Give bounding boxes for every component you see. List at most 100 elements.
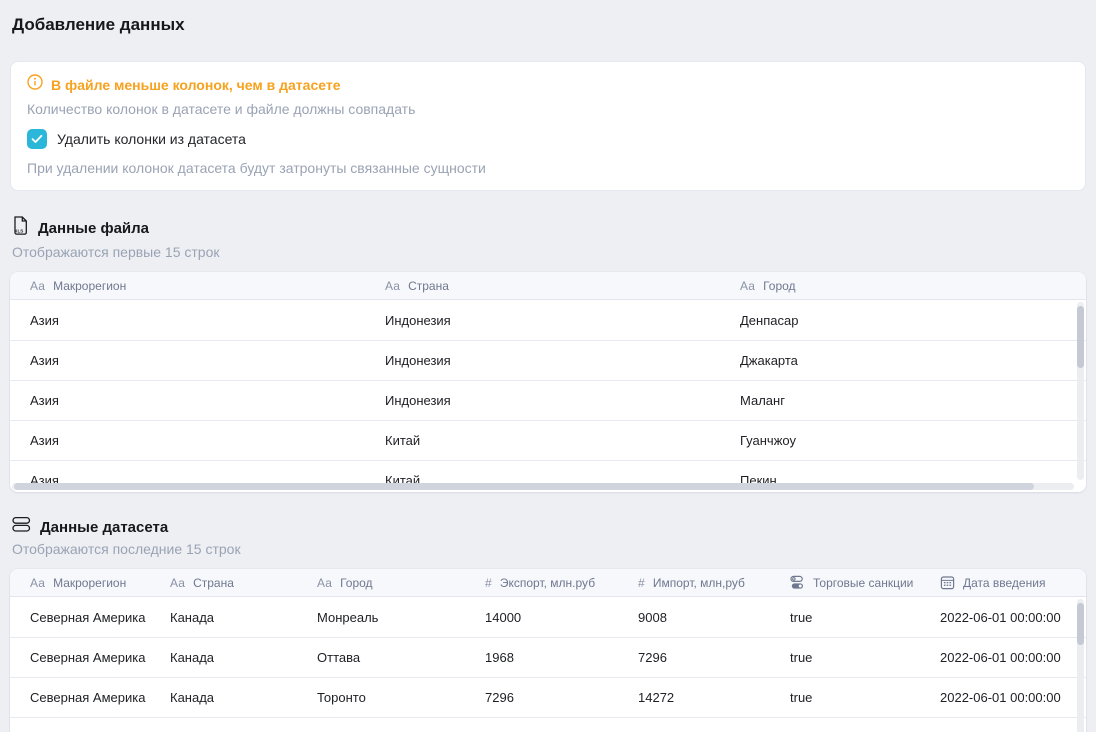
table-cell: true [770, 610, 920, 625]
table-cell: 1968 [465, 650, 618, 665]
table-row: Северная АмерикаКанадаОттава19687296true… [10, 637, 1086, 677]
column-header-label: Страна [408, 279, 449, 293]
svg-text:XLS: XLS [14, 228, 23, 233]
add-data-page: Добавление данных В файле меньше колонок… [0, 0, 1096, 732]
table-row: Северная АмерикаСШАЛос-Анджелес72968736t… [10, 717, 1086, 732]
warning-note: При удалении колонок датасета будут затр… [27, 160, 1069, 176]
table-cell: Гуанчжоу [720, 433, 1086, 448]
column-header-label: Импорт, млн,руб [653, 576, 745, 590]
table-cell: Индонезия [365, 353, 720, 368]
column-header-label: Экспорт, млн.руб [500, 576, 595, 590]
column-header: Aa Макрорегион [10, 576, 150, 590]
table-cell: Северная Америка [10, 610, 150, 625]
table-cell: Индонезия [365, 393, 720, 408]
table-cell: Канада [150, 650, 297, 665]
table-cell: 2022-06-01 00:00:00 [920, 650, 1086, 665]
warning-title-row: В файле меньше колонок, чем в датасете [27, 74, 1069, 95]
table-row: АзияИндонезияДенпасар [10, 300, 1086, 340]
warning-title: В файле меньше колонок, чем в датасете [51, 77, 340, 93]
column-header: Aa Страна [365, 279, 720, 293]
table-header-row: Aa Макрорегион Aa Страна Aa Город [10, 272, 1086, 300]
table-cell: 7296 [618, 650, 770, 665]
column-header-label: Город [763, 279, 795, 293]
table-cell: Китай [365, 433, 720, 448]
boolean-type-icon [790, 575, 805, 590]
table-row: Северная АмерикаКанадаТоронто729614272tr… [10, 677, 1086, 717]
table-cell: 9008 [618, 610, 770, 625]
table-cell: Северная Америка [10, 650, 150, 665]
column-header: Торговые санкции [770, 575, 920, 590]
column-header: Aa Город [297, 576, 465, 590]
date-type-icon [940, 575, 955, 590]
file-section-subtitle: Отображаются первые 15 строк [10, 244, 1086, 260]
warning-subtitle: Количество колонок в датасете и файле до… [27, 101, 1069, 117]
number-type-icon: # [638, 576, 645, 590]
column-header-label: Макрорегион [53, 279, 126, 293]
string-type-icon: Aa [170, 576, 185, 590]
table-cell: Азия [10, 313, 365, 328]
horizontal-scrollbar[interactable] [12, 483, 1074, 490]
dataset-section-title: Данные датасета [40, 519, 168, 536]
table-row: АзияИндонезияДжакарта [10, 340, 1086, 380]
table-cell: Канада [150, 610, 297, 625]
file-data-section: XLS Данные файла Отображаются первые 15 … [10, 215, 1086, 492]
table-cell: 2022-06-01 00:00:00 [920, 690, 1086, 705]
table-cell: Денпасар [720, 313, 1086, 328]
table-row: АзияКитайГуанчжоу [10, 420, 1086, 460]
table-header-row: Aa Макрорегион Aa Страна Aa Город # Экспорт, мл… [10, 569, 1086, 597]
table-cell: Торонто [297, 690, 465, 705]
dataset-data-table: Aa Макрорегион Aa Страна Aa Город # Экспорт, мл… [10, 569, 1086, 732]
table-cell: Северная Америка [10, 690, 150, 705]
file-section-header: XLS Данные файла [10, 215, 1086, 241]
scrollbar-thumb[interactable] [1077, 306, 1084, 368]
check-icon [31, 134, 43, 144]
table-cell: Канада [150, 690, 297, 705]
table-cell: Азия [10, 433, 365, 448]
column-header-label: Город [340, 576, 372, 590]
vertical-scrollbar[interactable] [1077, 302, 1084, 480]
table-cell: Джакарта [720, 353, 1086, 368]
table-cell: 14000 [465, 610, 618, 625]
warning-card: В файле меньше колонок, чем в датасете К… [10, 61, 1086, 191]
table-cell: Азия [10, 393, 365, 408]
string-type-icon: Aa [30, 576, 45, 590]
table-cell: true [770, 690, 920, 705]
string-type-icon: Aa [317, 576, 332, 590]
vertical-scrollbar[interactable] [1077, 599, 1084, 732]
file-section-title: Данные файла [38, 220, 149, 237]
table-row: Северная АмерикаКанадаМонреаль140009008t… [10, 597, 1086, 637]
delete-columns-checkbox[interactable] [27, 129, 47, 149]
column-header-label: Страна [193, 576, 234, 590]
column-header-label: Дата введения [963, 576, 1045, 590]
dataset-section-subtitle: Отображаются последние 15 строк [10, 541, 1086, 557]
table-cell: 2022-06-01 00:00:00 [920, 610, 1086, 625]
column-header: Дата введения [920, 575, 1086, 590]
column-header-label: Макрорегион [53, 576, 126, 590]
database-icon [12, 516, 31, 538]
string-type-icon: Aa [740, 279, 755, 293]
table-cell: 14272 [618, 690, 770, 705]
dataset-section-header: Данные датасета [10, 516, 1086, 538]
table-cell: true [770, 650, 920, 665]
file-data-table: AaМакрорегионAaСтранаAaГородАзияИндонези… [10, 272, 1086, 492]
dataset-data-section: Данные датасета Отображаются последние 1… [10, 516, 1086, 732]
number-type-icon: # [485, 576, 492, 590]
column-header: Aa Макрорегион [10, 279, 365, 293]
column-header: Aa Страна [150, 576, 297, 590]
page-title: Добавление данных [10, 0, 1086, 35]
delete-columns-checkbox-label: Удалить колонки из датасета [57, 131, 246, 147]
table-cell: Оттава [297, 650, 465, 665]
table-cell: 7296 [465, 690, 618, 705]
column-header: Aa Город [720, 279, 1086, 293]
scrollbar-thumb[interactable] [14, 483, 1034, 490]
table-cell: Индонезия [365, 313, 720, 328]
info-icon [27, 74, 43, 95]
column-header: # Экспорт, млн.руб [465, 576, 618, 590]
delete-columns-checkbox-row[interactable]: Удалить колонки из датасета [27, 129, 1069, 149]
scrollbar-thumb[interactable] [1077, 603, 1084, 645]
table-cell: Монреаль [297, 610, 465, 625]
string-type-icon: Aa [30, 279, 45, 293]
table-cell: Маланг [720, 393, 1086, 408]
string-type-icon: Aa [385, 279, 400, 293]
column-header: # Импорт, млн,руб [618, 576, 770, 590]
